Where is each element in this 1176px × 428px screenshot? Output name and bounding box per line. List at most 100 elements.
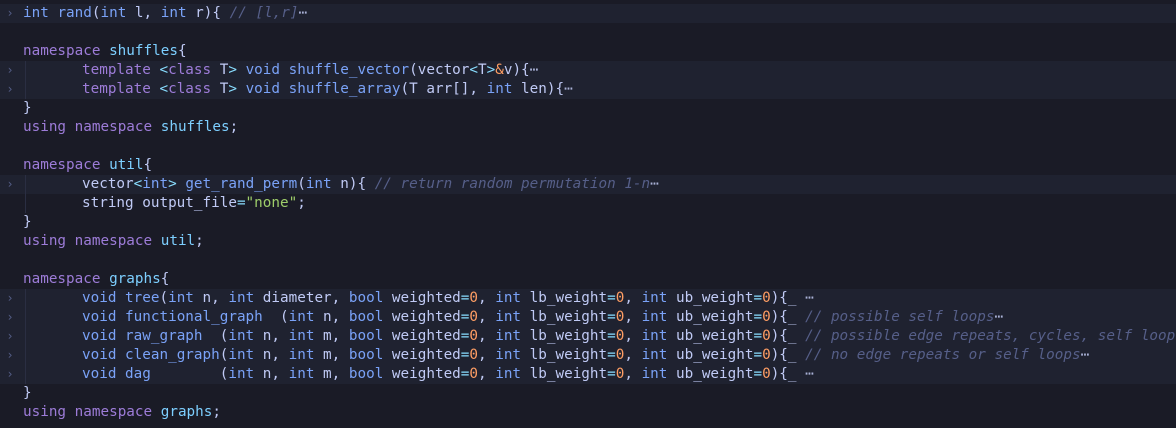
fold-ellipsis[interactable]: _ [788, 347, 805, 363]
code-token: l, [126, 5, 161, 21]
code-token: > [228, 81, 237, 97]
fold-ellipsis[interactable]: ⋯ [1081, 347, 1090, 363]
code-token: int [100, 5, 127, 21]
code-comment: // possible edge repeats, cycles, self l… [805, 328, 1176, 344]
code-line[interactable]: using namespace graphs; [0, 403, 1176, 422]
fold-chevron-icon[interactable]: › [4, 80, 16, 99]
code-line[interactable] [0, 137, 1176, 156]
code-line[interactable]: › template <class T> void shuffle_array(T… [0, 80, 1176, 99]
code-token: , [624, 309, 642, 325]
code-token: = [753, 347, 763, 363]
code-token: 0 [762, 309, 771, 325]
code-line[interactable]: namespace util{ [0, 156, 1176, 175]
indent-guide [25, 327, 26, 346]
fold-chevron-icon[interactable]: › [4, 365, 16, 384]
code-token: { [143, 157, 153, 173]
code-line[interactable]: › void raw_graph (int n, int m, bool weig… [0, 327, 1176, 346]
code-token: = [753, 328, 763, 344]
fold-ellipsis[interactable]: ⋯ [530, 62, 539, 78]
code-token: int [495, 309, 522, 325]
fold-ellipsis[interactable]: _ ⋯ [788, 290, 814, 306]
code-token: shuffle_array [288, 81, 401, 97]
code-token: int [641, 366, 668, 382]
code-token: 0 [469, 309, 478, 325]
code-token: ){ [770, 366, 788, 382]
code-token: { [177, 43, 187, 59]
code-token: lb_weight [521, 328, 608, 344]
code-token: diameter, [254, 290, 349, 306]
code-token: bool [348, 290, 384, 306]
code-token: T [211, 62, 229, 78]
fold-chevron-icon[interactable]: › [4, 175, 16, 194]
code-token: functional_graph [125, 309, 263, 325]
code-token: ){ [770, 290, 788, 306]
code-token: ; [229, 119, 239, 135]
code-token: weighted [383, 290, 461, 306]
code-line[interactable]: › void tree(int n, int diameter, bool wei… [0, 289, 1176, 308]
code-token: namespace [74, 119, 153, 135]
code-line[interactable] [0, 23, 1176, 42]
code-line[interactable]: } [0, 99, 1176, 118]
code-line[interactable]: › void clean_graph(int n, int m, bool wei… [0, 346, 1176, 365]
code-token: (vector [409, 62, 470, 78]
fold-chevron-icon[interactable]: › [4, 61, 16, 80]
code-token: void [82, 309, 117, 325]
code-token: using [23, 233, 67, 249]
code-line[interactable]: namespace shuffles{ [0, 42, 1176, 61]
code-line[interactable]: › vector<int> get_rand_perm(int n){ // re… [0, 175, 1176, 194]
fold-ellipsis[interactable]: _ ⋯ [788, 366, 814, 382]
code-token: n, [254, 328, 289, 344]
code-line[interactable]: using namespace shuffles; [0, 118, 1176, 137]
fold-chevron-icon[interactable]: › [4, 327, 16, 346]
code-token: using [23, 404, 67, 420]
code-token: n, [254, 366, 289, 382]
code-token: ub_weight [667, 328, 754, 344]
fold-ellipsis[interactable]: ⋯ [650, 176, 659, 192]
fold-ellipsis[interactable]: _ [788, 309, 805, 325]
code-token: n, [254, 347, 289, 363]
code-token: int [228, 347, 255, 363]
code-line[interactable]: } [0, 213, 1176, 232]
fold-ellipsis[interactable]: _ [788, 328, 805, 344]
code-line[interactable] [0, 251, 1176, 270]
code-token: void [245, 62, 281, 78]
code-token: = [607, 328, 616, 344]
code-line[interactable]: string output_file="none"; [0, 194, 1176, 213]
code-token: , [478, 290, 496, 306]
code-token: bool [348, 366, 384, 382]
code-line[interactable]: › void dag (int n, int m, bool weighted=0… [0, 365, 1176, 384]
code-token: graphs [109, 271, 161, 287]
fold-chevron-icon[interactable]: › [4, 308, 16, 327]
indent-guide [25, 346, 26, 365]
fold-chevron-icon[interactable]: › [4, 346, 16, 365]
fold-ellipsis[interactable]: ⋯ [995, 309, 1004, 325]
code-token: int [160, 5, 187, 21]
fold-ellipsis[interactable]: ⋯ [564, 81, 573, 97]
fold-chevron-icon[interactable]: › [4, 289, 16, 308]
code-line[interactable]: › int rand(int l, int r){ // [l,r]⋯ [0, 4, 1176, 23]
code-line[interactable]: namespace graphs{ [0, 270, 1176, 289]
code-token: , [478, 366, 496, 382]
code-line[interactable]: › void functional_graph (int n, bool weig… [0, 308, 1176, 327]
code-token: void [82, 366, 117, 382]
code-line[interactable]: › template <class T> void shuffle_vector(… [0, 61, 1176, 80]
code-token: lb_weight [521, 309, 608, 325]
code-line[interactable]: using namespace util; [0, 232, 1176, 251]
code-editor[interactable]: › int rand(int l, int r){ // [l,r]⋯ namesp… [0, 0, 1176, 428]
indent-guide [25, 194, 26, 213]
code-token: bool [348, 328, 384, 344]
fold-chevron-icon[interactable]: › [4, 4, 16, 23]
code-token: len){ [512, 81, 565, 97]
code-token: int [228, 328, 255, 344]
code-token: tree [125, 290, 160, 306]
fold-ellipsis[interactable]: ⋯ [299, 5, 308, 21]
code-token: m, [314, 328, 349, 344]
code-token: 0 [762, 366, 771, 382]
code-line[interactable]: } [0, 384, 1176, 403]
